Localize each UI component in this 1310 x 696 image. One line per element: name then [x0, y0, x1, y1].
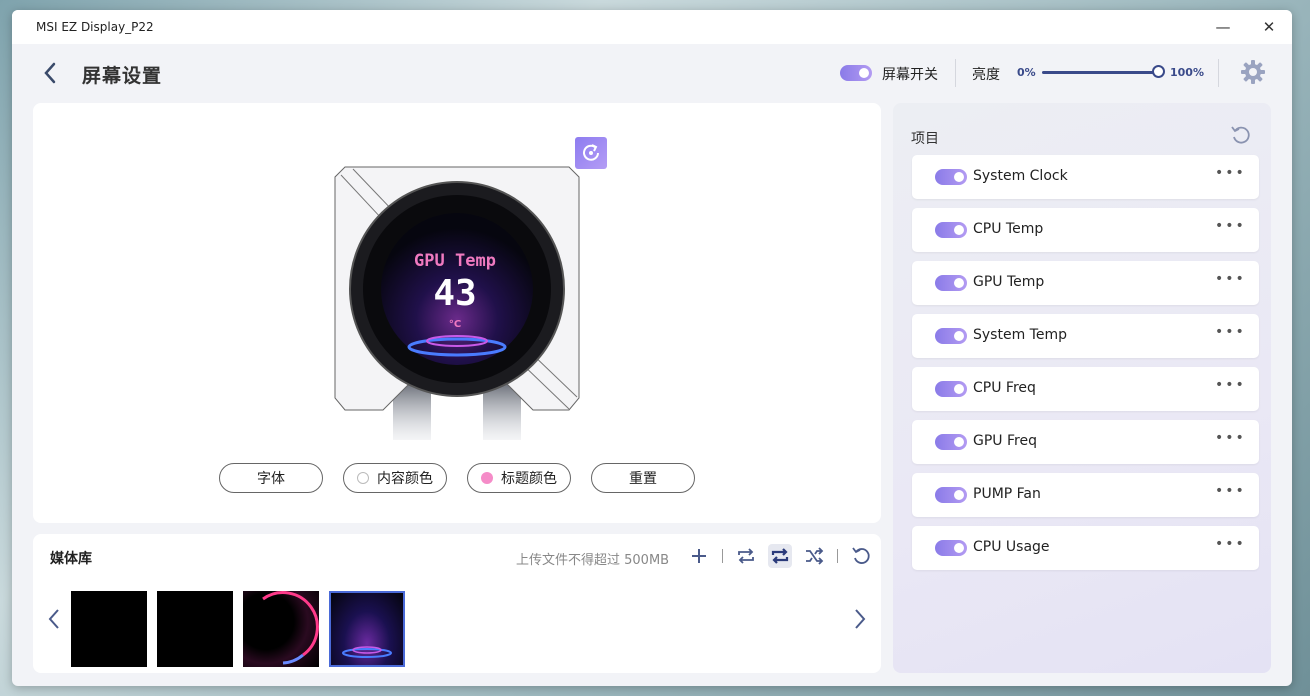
content-color-label: 内容颜色 [377, 471, 433, 487]
item-toggle[interactable] [935, 381, 967, 397]
font-button-label: 字体 [257, 471, 285, 487]
media-thumbnail[interactable] [71, 591, 147, 667]
rotate-icon [583, 144, 599, 161]
undo-icon[interactable] [1229, 124, 1251, 146]
app-window: MSI EZ Display_P22 — ✕ 屏幕设置 屏幕开关 亮度 0% 1… [12, 10, 1292, 686]
item-toggle[interactable] [935, 328, 967, 344]
brightness-min-label: 0% [1017, 66, 1036, 79]
font-button[interactable]: 字体 [219, 463, 323, 493]
lcd-title-text: GPU Temp [414, 251, 496, 271]
item-card: System Clock ••• [912, 155, 1259, 199]
more-options-icon[interactable]: ••• [1215, 536, 1246, 552]
repeat-icon[interactable] [768, 544, 792, 568]
screen-switch-label: 屏幕开关 [882, 67, 938, 83]
media-thumbnail-selected[interactable] [329, 591, 405, 667]
media-library-panel: 媒体库 上传文件不得超过 500MB [33, 534, 881, 673]
reset-button[interactable]: 重置 [591, 463, 695, 493]
undo-icon[interactable] [849, 544, 873, 568]
item-card: PUMP Fan ••• [912, 473, 1259, 517]
item-card: GPU Temp ••• [912, 261, 1259, 305]
divider [837, 549, 838, 563]
screen-switch-toggle[interactable] [840, 65, 872, 81]
item-label: CPU Temp [973, 221, 1044, 237]
brightness-max-label: 100% [1170, 66, 1204, 79]
rotate-preview-button[interactable] [575, 137, 607, 169]
divider [722, 549, 723, 563]
lcd-value-text: 43 [433, 273, 477, 314]
more-options-icon[interactable]: ••• [1215, 218, 1246, 234]
brightness-label: 亮度 [972, 67, 1000, 83]
media-thumbnail[interactable] [157, 591, 233, 667]
window-title: MSI EZ Display_P22 [36, 20, 154, 34]
item-card: System Temp ••• [912, 314, 1259, 358]
more-options-icon[interactable]: ••• [1215, 430, 1246, 446]
item-toggle[interactable] [935, 275, 967, 291]
preview-panel: GPU Temp 43 °C 字体 内容颜色 标题颜色 重置 [33, 103, 881, 523]
more-options-icon[interactable]: ••• [1215, 271, 1246, 287]
divider [955, 59, 956, 87]
title-color-swatch [481, 472, 493, 484]
more-options-icon[interactable]: ••• [1215, 377, 1246, 393]
item-card: CPU Usage ••• [912, 526, 1259, 570]
item-label: GPU Freq [973, 433, 1037, 449]
title-color-label: 标题颜色 [501, 471, 557, 487]
items-panel: 项目 System Clock ••• CPU Temp ••• GPU Tem… [893, 103, 1271, 673]
item-card: GPU Freq ••• [912, 420, 1259, 464]
page-header: 屏幕设置 屏幕开关 亮度 0% 100% [12, 44, 1292, 102]
item-label: CPU Freq [973, 380, 1036, 396]
item-toggle[interactable] [935, 487, 967, 503]
brightness-slider-thumb[interactable] [1152, 65, 1165, 78]
item-label: System Temp [973, 327, 1067, 343]
more-options-icon[interactable]: ••• [1215, 165, 1246, 181]
media-library-title: 媒体库 [50, 551, 92, 567]
brightness-slider-track[interactable] [1042, 71, 1157, 74]
item-card: CPU Temp ••• [912, 208, 1259, 252]
repeat-one-icon[interactable] [734, 544, 758, 568]
item-label: GPU Temp [973, 274, 1045, 290]
items-title: 项目 [911, 131, 939, 147]
add-icon[interactable] [687, 544, 711, 568]
minimize-button[interactable]: — [1200, 10, 1246, 44]
content-color-button[interactable]: 内容颜色 [343, 463, 447, 493]
item-label: System Clock [973, 168, 1068, 184]
item-toggle[interactable] [935, 222, 967, 238]
divider [1218, 59, 1219, 87]
chevron-left-icon[interactable] [46, 606, 62, 632]
media-thumbnail[interactable] [243, 591, 319, 667]
lcd-unit-text: °C [448, 319, 462, 330]
upload-limit-text: 上传文件不得超过 500MB [516, 553, 670, 568]
item-card: CPU Freq ••• [912, 367, 1259, 411]
item-toggle[interactable] [935, 434, 967, 450]
reset-button-label: 重置 [629, 471, 657, 487]
title-bar: MSI EZ Display_P22 — ✕ [12, 10, 1292, 44]
chevron-right-icon[interactable] [852, 606, 868, 632]
title-color-button[interactable]: 标题颜色 [467, 463, 571, 493]
item-label: PUMP Fan [973, 486, 1041, 502]
close-button[interactable]: ✕ [1246, 10, 1292, 44]
item-label: CPU Usage [973, 539, 1050, 555]
item-toggle[interactable] [935, 540, 967, 556]
content-color-swatch [357, 472, 369, 484]
more-options-icon[interactable]: ••• [1215, 324, 1246, 340]
gear-icon[interactable] [1240, 59, 1266, 85]
chevron-left-icon[interactable] [40, 58, 60, 88]
item-toggle[interactable] [935, 169, 967, 185]
shuffle-icon[interactable] [802, 544, 826, 568]
page-title: 屏幕设置 [82, 65, 163, 87]
more-options-icon[interactable]: ••• [1215, 483, 1246, 499]
